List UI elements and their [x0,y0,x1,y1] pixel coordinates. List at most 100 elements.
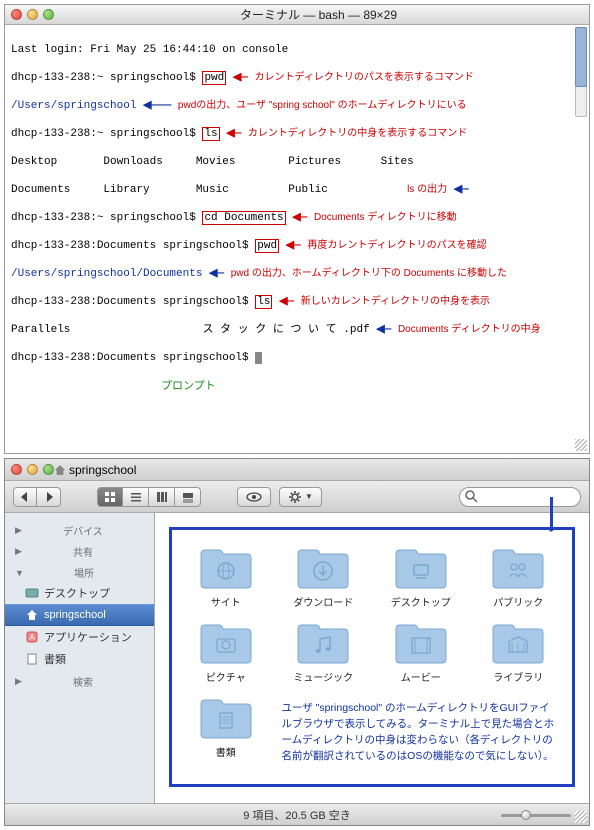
annotation: Documents ディレクトリの中身 [398,324,541,335]
explain-text: ユーザ "springschool" のホームディレクトリをGUIファイルブラウ… [278,694,565,770]
folder-icon [197,694,255,740]
folder-public[interactable]: パブリック [473,544,565,609]
folder-icon [489,544,547,590]
term-line: /Users/springschool/Documents ◀— pwd の出力… [11,267,583,281]
finder-body: ▶デバイス ▶共有 ▼場所 デスクトップ springschool Aアプリケー… [5,513,589,803]
search-field[interactable] [459,487,581,507]
back-button[interactable] [13,487,37,507]
resize-handle-icon[interactable] [575,811,587,823]
zoom-icon[interactable] [43,9,54,20]
terminal-body[interactable]: Last login: Fri May 25 16:44:10 on conso… [5,25,589,453]
status-text: 9 項目、20.5 GB 空き [243,807,351,823]
folder-sites[interactable]: サイト [180,544,272,609]
term-line: Parallels ス タ ッ ク に つ い て .pdf ◀— Docume… [11,323,583,337]
home-icon [54,464,66,476]
finder-title: springschool [54,463,136,477]
folder-label: 書類 [216,744,236,759]
home-icon [25,608,39,622]
action-menu-button[interactable]: ▼ [279,487,322,507]
quicklook-button[interactable] [237,487,271,507]
term-line: dhcp-133-238:~ springschool$ pwd ◀— カレント… [11,71,583,85]
folder-label: ムービー [401,669,441,684]
view-mode-segment [97,487,201,507]
annotation: Documents ディレクトリに移動 [314,212,457,223]
folder-icon [489,619,547,665]
sidebar-item-label: springschool [44,609,106,621]
column-view-button[interactable] [149,487,175,507]
sidebar-header-search[interactable]: ▶検索 [5,670,154,691]
folder-label: パブリック [493,594,543,609]
folder-label: ピクチャ [206,669,246,684]
terminal-title: ターミナル — bash — 89×29 [54,6,583,23]
folder-label: デスクトップ [391,594,451,609]
folder-label: ライブラリ [493,669,543,684]
terminal-titlebar[interactable]: ターミナル — bash — 89×29 [5,5,589,25]
folder-music[interactable]: ミュージック [278,619,370,684]
folder-icon [392,544,450,590]
command-pwd: pwd [202,71,226,85]
sidebar-item-label: 書類 [44,651,66,667]
icon-view-button[interactable] [97,487,123,507]
minimize-icon[interactable] [27,9,38,20]
minimize-icon[interactable] [27,464,38,475]
annotation: ls の出力 [407,184,447,195]
annotation: 再度カレントディレクトリのパスを確認 [307,240,486,251]
traffic-lights [11,9,54,20]
icon-size-slider[interactable] [501,810,571,820]
sidebar-item-desktop[interactable]: デスクトップ [5,582,154,604]
zoom-icon[interactable] [43,464,54,475]
folder-movies[interactable]: ムービー [375,619,467,684]
folder-icon [197,544,255,590]
search-icon [465,490,478,503]
annotation: カレントディレクトリの中身を表示するコマンド [248,128,467,139]
svg-text:A: A [29,633,35,642]
applications-icon: A [25,630,39,644]
sidebar-item-documents[interactable]: 書類 [5,648,154,670]
slider-knob[interactable] [521,810,531,820]
annotation: 新しいカレントディレクトリの中身を表示 [301,296,490,307]
folder-pictures[interactable]: ピクチャ [180,619,272,684]
term-line: dhcp-133-238:~ springschool$ ls ◀— カレントデ… [11,127,583,141]
term-line: Last login: Fri May 25 16:44:10 on conso… [11,43,583,57]
close-icon[interactable] [11,9,22,20]
close-icon[interactable] [11,464,22,475]
finder-titlebar[interactable]: springschool [5,459,589,481]
sidebar-header-devices[interactable]: ▶デバイス [5,519,154,540]
forward-button[interactable] [37,487,61,507]
folder-icon [294,619,352,665]
finder-toolbar: ▼ [5,481,589,513]
sidebar-item-apps[interactable]: Aアプリケーション [5,626,154,648]
folder-label: ミュージック [293,669,353,684]
term-line: Desktop Downloads Movies Pictures Sites [11,155,583,169]
traffic-lights [11,464,54,475]
terminal-scrollbar[interactable] [575,27,587,177]
coverflow-view-button[interactable] [175,487,201,507]
chevron-down-icon: ▼ [305,492,313,501]
finder-statusbar: 9 項目、20.5 GB 空き [5,803,589,825]
command-cd: cd Documents [202,211,285,225]
list-view-button[interactable] [123,487,149,507]
annotation-box: サイト ダウンロード デスクトップ パブリック ピクチャ ミュージック ムービー… [169,527,575,787]
annotation: pwdの出力、ユーザ "spring school" のホームディレクトリにいる [178,100,467,111]
command-ls: ls [255,295,272,309]
folder-icon [197,619,255,665]
folder-library[interactable]: ライブラリ [473,619,565,684]
cursor [255,352,262,364]
term-line: dhcp-133-238:~ springschool$ cd Document… [11,211,583,225]
term-line: /Users/springschool ◀——— pwdの出力、ユーザ "spr… [11,99,583,113]
sidebar-item-home[interactable]: springschool [5,604,154,626]
prompt-annotation: プロンプト [11,379,583,393]
folder-label: サイト [211,594,241,609]
sidebar-header-places[interactable]: ▼場所 [5,561,154,582]
sidebar-header-shared[interactable]: ▶共有 [5,540,154,561]
term-line: dhcp-133-238:Documents springschool$ ls … [11,295,583,309]
nav-buttons [13,487,61,507]
folder-desktop[interactable]: デスクトップ [375,544,467,609]
resize-handle-icon[interactable] [575,439,587,451]
folder-label: ダウンロード [293,594,353,609]
folder-downloads[interactable]: ダウンロード [278,544,370,609]
folder-documents[interactable]: 書類 [180,694,272,770]
term-line: dhcp-133-238:Documents springschool$ [11,351,583,365]
finder-content[interactable]: サイト ダウンロード デスクトップ パブリック ピクチャ ミュージック ムービー… [155,513,589,803]
annotation-arrow [550,497,553,531]
